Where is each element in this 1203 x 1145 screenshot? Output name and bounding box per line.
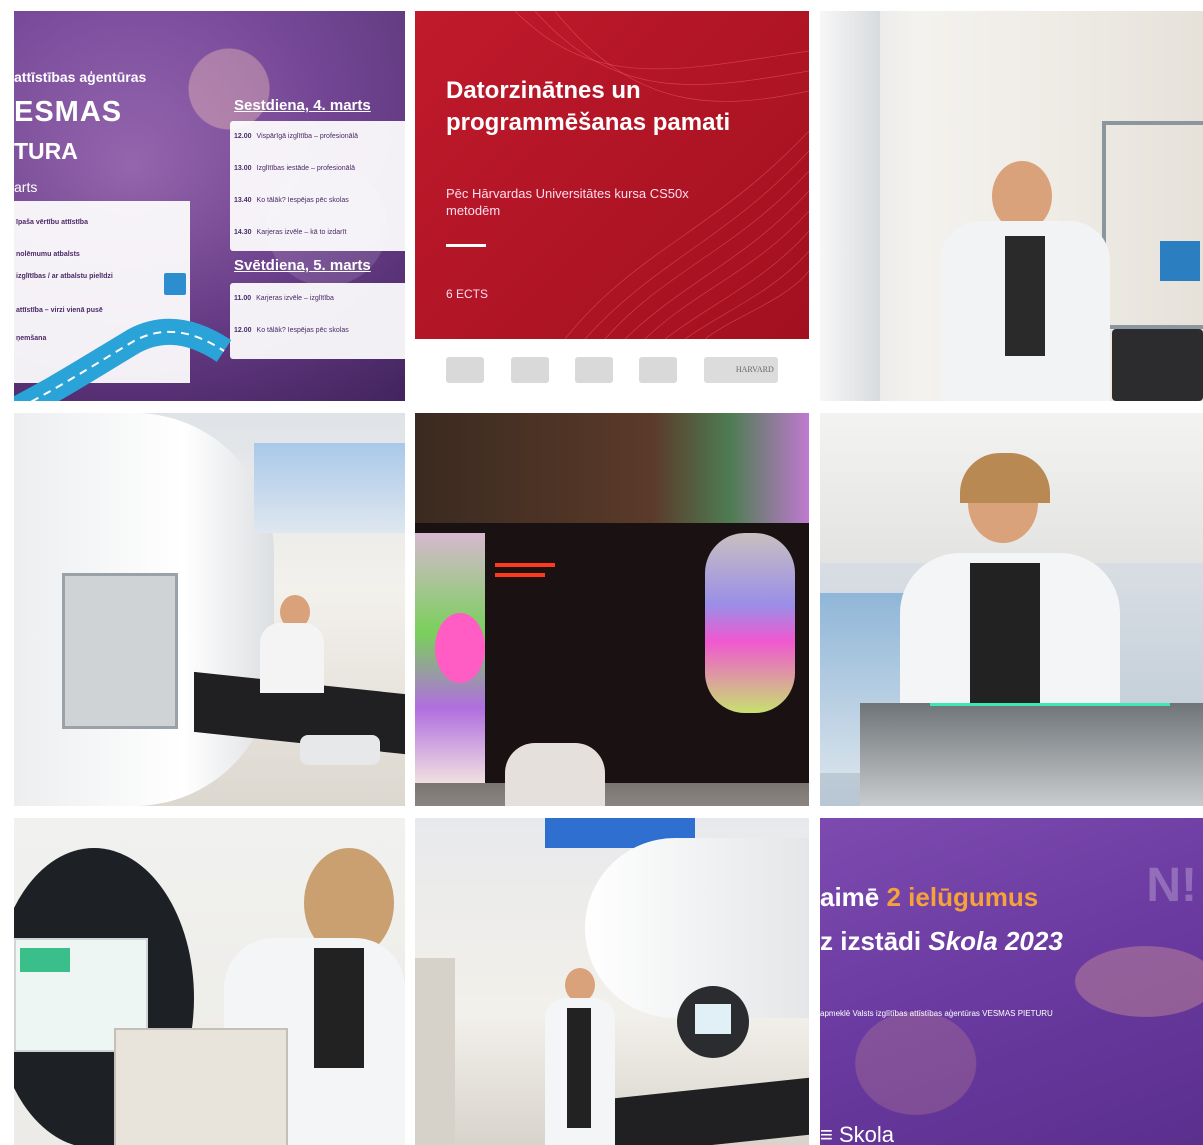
rbs-logo-icon — [574, 357, 613, 383]
post-tile-photo-planning-screen[interactable] — [415, 413, 809, 806]
blue-device — [1160, 241, 1200, 281]
schedule-row: 11.00 Karjeras izvēle – izglītība — [234, 295, 334, 302]
equipment-case — [1112, 329, 1203, 401]
dark-shirt — [1005, 236, 1045, 356]
harvard-logo-icon: HARVARD — [703, 357, 778, 383]
post-tile-photo-doctor-linac[interactable] — [415, 818, 809, 1145]
panel-screen — [695, 1004, 731, 1034]
lab-coat — [260, 623, 324, 693]
post-tile-photo-doctor-equipment[interactable] — [820, 11, 1203, 401]
university-seal-icon — [446, 357, 485, 383]
schedule-row: 12.00 Vispārīgā izglītība – profesionālā — [234, 133, 358, 140]
skola-brand: ≡ Skola — [820, 1122, 894, 1145]
post-tile-photo-doctor-device[interactable] — [14, 818, 405, 1145]
red-label — [495, 573, 545, 577]
schedule-row: 13.40 Ko tālāk? Iespējas pēc skolas — [234, 197, 349, 204]
dark-shirt — [970, 563, 1040, 703]
partner-logos: HARVARD — [415, 339, 809, 401]
monitor-status — [20, 948, 70, 972]
day-heading-saturday: Sestdiena, 4. marts — [234, 97, 371, 114]
question-icon — [164, 273, 186, 295]
course-credits: 6 ECTS — [446, 287, 489, 301]
device-box — [114, 1028, 288, 1145]
left-row: īpaša vērtību attīstība — [16, 219, 88, 226]
sunday-schedule: 11.00 Karjeras izvēle – izglītība 12.00 Ko… — [230, 283, 405, 359]
poster-header-month: arts — [14, 179, 38, 195]
post-tile-event-schedule[interactable]: attīstības aģentūras ESMAS TURA arts īpa… — [14, 11, 405, 401]
post-tile-invitation-promo[interactable]: N! aimē 2 ielūgumus z izstādi Skola 2023… — [820, 818, 1203, 1145]
poster-header-title: ESMAS — [14, 96, 123, 128]
university-seal-icon — [639, 357, 678, 383]
dark-shirt — [314, 948, 364, 1068]
left-row: nolēmumu atbalsts — [16, 251, 80, 258]
couch-surface — [860, 703, 1203, 806]
collimator-head — [62, 573, 178, 729]
promo-headline-line2: z izstādi Skola 2023 — [820, 926, 1063, 956]
schedule-row: 14.30 Karjeras izvēle – kā to izdarīt — [234, 229, 347, 236]
ceiling-light — [254, 443, 405, 533]
poster-header-agency: attīstības aģentūras — [14, 69, 147, 85]
course-card: Datorzinātnes un programmēšanas pamati P… — [415, 11, 809, 339]
control-panel — [300, 735, 380, 765]
post-tile-photo-doctor-couch[interactable] — [820, 413, 1203, 806]
dark-shirt — [567, 1008, 591, 1128]
post-tile-course[interactable]: Datorzinātnes un programmēšanas pamati P… — [415, 11, 809, 401]
screen-top — [415, 413, 809, 523]
door-frame — [415, 958, 455, 1145]
poster-header-subtitle: TURA — [14, 138, 78, 164]
skola-logo-icon: ≡ — [820, 1122, 839, 1145]
decorative-letters: N! — [1146, 859, 1197, 912]
keyboard-blur — [505, 743, 605, 806]
course-title: Datorzinātnes un programmēšanas pamati — [446, 77, 731, 136]
dose-map-right — [705, 533, 795, 713]
promo-headline-line1: aimē 2 ielūgumus — [820, 882, 1039, 912]
university-seal-icon — [510, 357, 549, 383]
red-label — [495, 563, 555, 567]
course-subtitle: Pēc Hārvardas Universitātes kursa CS50x … — [446, 186, 689, 218]
road-graphic — [14, 318, 232, 401]
divider — [446, 244, 486, 247]
dose-hotspot — [435, 613, 485, 683]
wall-panel — [820, 11, 880, 401]
post-grid: attīstības aģentūras ESMAS TURA arts īpa… — [0, 0, 1203, 1145]
person-head — [565, 968, 595, 1002]
left-row: izglītības / ar atbalstu pielīdzi — [16, 273, 113, 280]
promo-description: apmeklē Valsts izglītības attīstības aģe… — [820, 1009, 1053, 1018]
laser-line — [930, 703, 1170, 706]
shelf-rack — [1102, 121, 1203, 329]
saturday-schedule: 12.00 Vispārīgā izglītība – profesionālā … — [230, 121, 405, 251]
post-tile-photo-linac-room[interactable] — [14, 413, 405, 806]
treatment-couch — [615, 1077, 809, 1145]
day-heading-sunday: Svētdiena, 5. marts — [234, 257, 371, 274]
schedule-row: 13.00 Izglītības iestāde – profesionālā — [234, 165, 355, 172]
